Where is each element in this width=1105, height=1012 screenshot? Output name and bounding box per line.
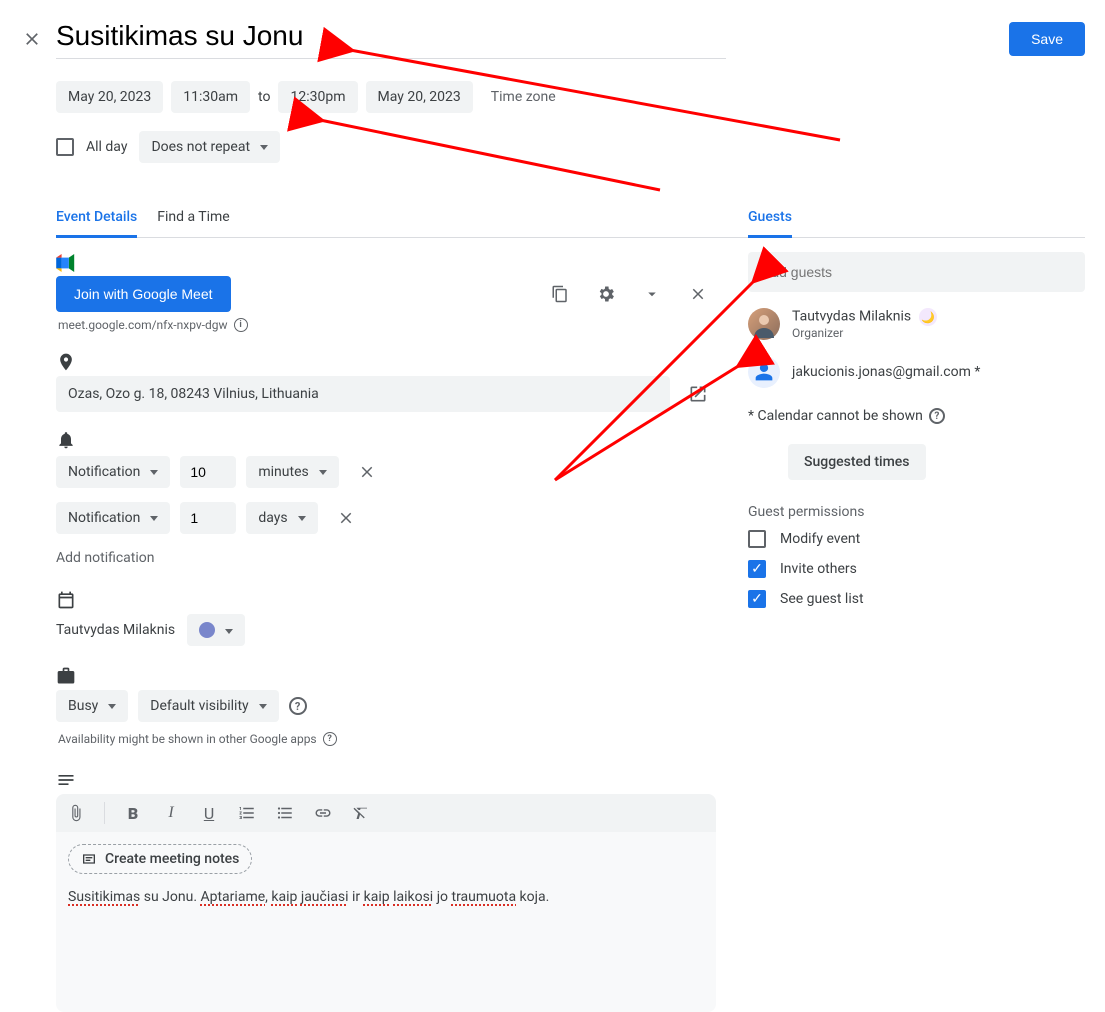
perm-invite-checkbox[interactable]: ✓ <box>748 560 766 578</box>
notification-unit-dropdown-1[interactable]: minutes <box>246 456 338 488</box>
allday-label: All day <box>86 139 127 155</box>
bell-icon <box>56 430 716 454</box>
attach-icon[interactable] <box>66 803 86 823</box>
organizer-sub-label: Organizer <box>792 326 937 340</box>
avatar <box>748 308 780 340</box>
availability-note: Availability might be shown in other Goo… <box>58 732 317 746</box>
notification-type-dropdown-1[interactable]: Notification <box>56 456 170 488</box>
notification-value-input-1[interactable] <box>180 456 236 488</box>
clear-formatting-icon[interactable] <box>351 803 371 823</box>
remove-notification-2-icon[interactable] <box>328 500 364 536</box>
guest-permissions-heading: Guest permissions <box>748 504 1085 520</box>
add-notification-button[interactable]: Add notification <box>56 550 716 566</box>
start-date-picker[interactable]: May 20, 2023 <box>56 81 163 113</box>
close-icon[interactable] <box>20 27 44 51</box>
italic-icon[interactable]: I <box>161 803 181 823</box>
briefcase-icon <box>56 666 716 690</box>
event-title-input[interactable] <box>56 18 726 59</box>
calendar-owner-label: Tautvydas Milaknis <box>56 622 175 638</box>
guest-name-label: Tautvydas Milaknis <box>792 309 911 325</box>
visibility-dropdown[interactable]: Default visibility <box>138 690 278 722</box>
suggested-times-button[interactable]: Suggested times <box>788 444 926 480</box>
guest-note-help-icon[interactable]: ? <box>929 408 945 424</box>
timezone-button[interactable]: Time zone <box>491 89 556 105</box>
meet-settings-icon[interactable] <box>588 276 624 312</box>
notification-unit-dropdown-2[interactable]: days <box>246 502 317 534</box>
notification-type-dropdown-2[interactable]: Notification <box>56 502 170 534</box>
tab-find-a-time[interactable]: Find a Time <box>157 199 230 237</box>
location-field[interactable]: Ozas, Ozo g. 18, 08243 Vilnius, Lithuani… <box>56 376 670 412</box>
guest-row[interactable]: jakucionis.jonas@gmail.com * <box>748 356 1085 388</box>
perm-invite-label: Invite others <box>780 561 857 577</box>
create-meeting-notes-button[interactable]: Create meeting notes <box>68 844 252 874</box>
meet-info-icon[interactable]: i <box>234 318 248 332</box>
description-textarea[interactable]: Create meeting notes Susitikimas su Jonu… <box>56 832 716 1012</box>
chevron-down-icon[interactable] <box>634 276 670 312</box>
to-label: to <box>258 89 270 105</box>
calendar-cannot-be-shown-note: * Calendar cannot be shown <box>748 408 923 424</box>
moon-status-icon: 🌙 <box>919 308 937 326</box>
perm-modify-label: Modify event <box>780 531 860 547</box>
bulleted-list-icon[interactable] <box>275 803 295 823</box>
open-map-icon[interactable] <box>680 376 716 412</box>
description-toolbar: B I U <box>56 794 716 832</box>
copy-meet-link-icon[interactable] <box>542 276 578 312</box>
underline-icon[interactable]: U <box>199 803 219 823</box>
notification-value-input-2[interactable] <box>180 502 236 534</box>
calendar-color-dropdown[interactable] <box>187 614 245 646</box>
remove-meet-icon[interactable] <box>680 276 716 312</box>
bold-icon[interactable]: B <box>123 803 143 823</box>
guest-email-label: jakucionis.jonas@gmail.com <box>792 364 971 380</box>
tab-event-details[interactable]: Event Details <box>56 199 137 238</box>
join-meet-button[interactable]: Join with Google Meet <box>56 276 231 312</box>
tab-guests[interactable]: Guests <box>748 209 792 238</box>
recurrence-dropdown[interactable]: Does not repeat <box>139 131 280 163</box>
visibility-help-icon[interactable]: ? <box>289 697 307 715</box>
save-button[interactable]: Save <box>1009 22 1085 56</box>
start-time-picker[interactable]: 11:30am <box>171 81 250 113</box>
add-guests-input[interactable] <box>748 252 1085 292</box>
perm-modify-checkbox[interactable] <box>748 530 766 548</box>
link-icon[interactable] <box>313 803 333 823</box>
calendar-icon <box>56 590 716 614</box>
perm-seelist-label: See guest list <box>780 591 864 607</box>
busy-dropdown[interactable]: Busy <box>56 690 128 722</box>
remove-notification-1-icon[interactable] <box>349 454 385 490</box>
guest-row-organizer[interactable]: Tautvydas Milaknis 🌙 Organizer <box>748 308 1085 340</box>
end-date-picker[interactable]: May 20, 2023 <box>366 81 473 113</box>
numbered-list-icon[interactable] <box>237 803 257 823</box>
availability-help-icon[interactable]: ? <box>323 732 337 746</box>
avatar <box>748 356 780 388</box>
perm-seelist-checkbox[interactable]: ✓ <box>748 590 766 608</box>
end-time-picker[interactable]: 12:30pm <box>278 81 357 113</box>
meet-icon <box>56 254 716 276</box>
allday-checkbox[interactable] <box>56 138 74 156</box>
description-icon <box>56 770 716 794</box>
location-icon <box>56 352 716 376</box>
meet-link-text: meet.google.com/nfx-nxpv-dgw <box>58 318 228 332</box>
create-notes-label: Create meeting notes <box>105 851 239 867</box>
